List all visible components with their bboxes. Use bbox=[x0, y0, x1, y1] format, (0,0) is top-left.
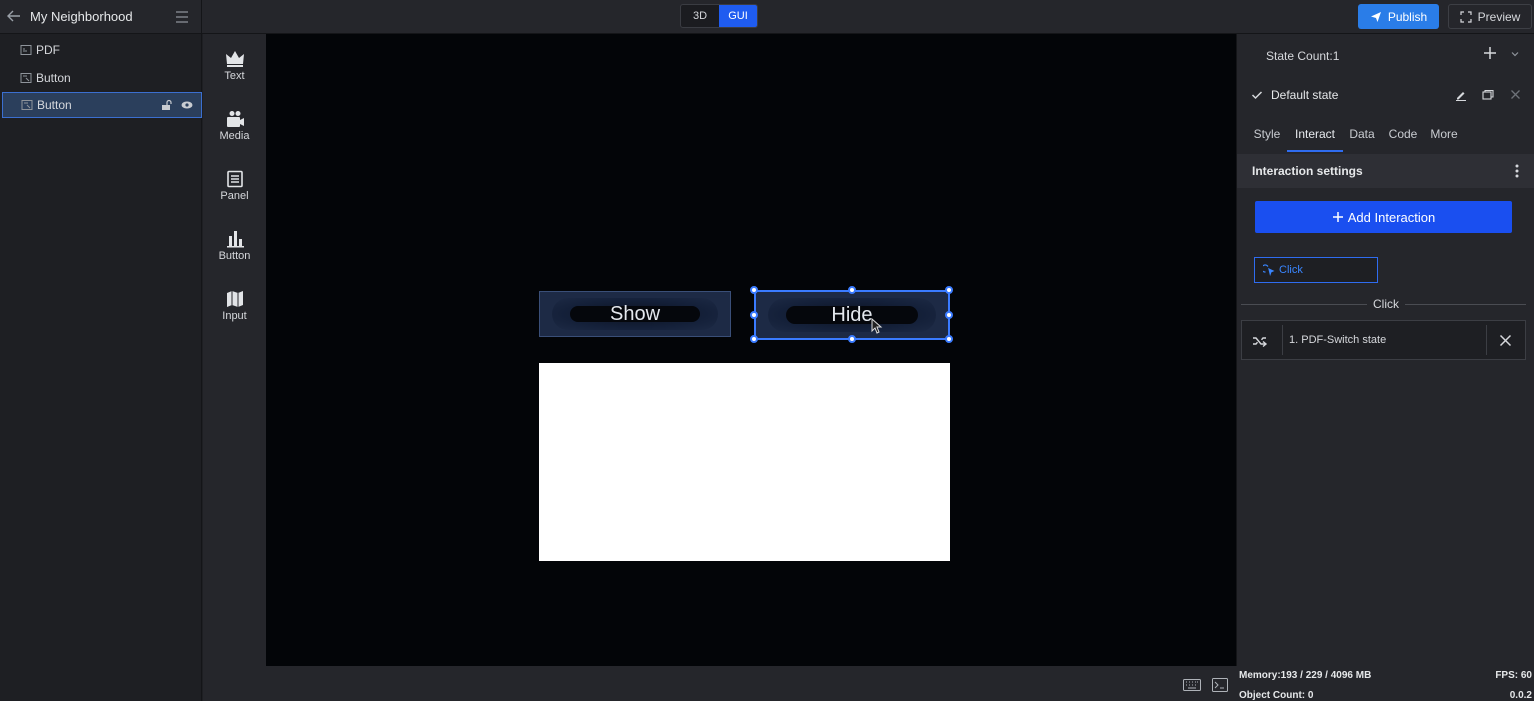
layer-label: Button bbox=[36, 71, 71, 85]
trigger-group-label: Click bbox=[1373, 297, 1399, 311]
unlock-icon[interactable] bbox=[161, 99, 173, 111]
layer-label: PDF bbox=[36, 43, 60, 57]
resize-handle-s[interactable] bbox=[848, 335, 856, 343]
tab-more[interactable]: More bbox=[1430, 120, 1458, 152]
pdf-element[interactable] bbox=[539, 363, 950, 561]
layer-panel: PDF Button Button bbox=[0, 34, 202, 701]
divider bbox=[1486, 325, 1487, 355]
project-title: My Neighborhood bbox=[30, 9, 133, 24]
object-count-readout: Object Count: 0 bbox=[1239, 690, 1314, 701]
layer-item-button-1[interactable]: Button bbox=[2, 65, 202, 91]
preview-button[interactable]: Preview bbox=[1448, 4, 1532, 29]
component-label: Input bbox=[222, 310, 247, 322]
scene-canvas[interactable]: Show Hide bbox=[266, 34, 1236, 666]
add-state-plus-icon[interactable] bbox=[1483, 46, 1497, 60]
state-name: Default state bbox=[1271, 88, 1339, 102]
plus-icon bbox=[1332, 212, 1343, 222]
divider bbox=[201, 0, 202, 34]
component-media[interactable]: Media bbox=[203, 110, 266, 142]
menu-icon[interactable] bbox=[174, 9, 190, 25]
camera-icon bbox=[226, 111, 244, 127]
divider bbox=[1241, 304, 1367, 305]
component-label: Text bbox=[224, 70, 245, 82]
copy-icon[interactable] bbox=[1482, 89, 1494, 101]
tab-code[interactable]: Code bbox=[1388, 120, 1418, 152]
resize-handle-w[interactable] bbox=[750, 311, 758, 319]
show-button-label: Show bbox=[609, 302, 661, 325]
tab-data[interactable]: Data bbox=[1348, 120, 1376, 152]
send-icon bbox=[1370, 11, 1381, 22]
publish-label: Publish bbox=[1387, 9, 1428, 24]
status-bar: Memory:193 / 229 / 4096 MB Object Count:… bbox=[266, 666, 1534, 701]
divider bbox=[1282, 325, 1283, 355]
keyboard-icon[interactable] bbox=[1183, 679, 1201, 691]
add-interaction-label: Add Interaction bbox=[1347, 209, 1436, 225]
trigger-select[interactable]: Click bbox=[1254, 257, 1378, 283]
trigger-value: Click bbox=[1279, 264, 1303, 276]
close-icon[interactable] bbox=[1510, 89, 1521, 100]
pdf-layer-icon bbox=[20, 45, 32, 55]
mode-gui-button[interactable]: GUI bbox=[719, 5, 757, 27]
terminal-icon[interactable] bbox=[1212, 678, 1228, 692]
component-label: Media bbox=[219, 130, 250, 142]
more-options-icon[interactable] bbox=[1513, 163, 1521, 179]
component-label: Panel bbox=[220, 190, 249, 202]
section-title: Interaction settings bbox=[1252, 164, 1363, 178]
property-tabs: Style Interact Data Code More bbox=[1237, 120, 1534, 152]
preview-label: Preview bbox=[1477, 9, 1521, 24]
component-label: Button bbox=[218, 250, 251, 262]
divider bbox=[1405, 304, 1526, 305]
click-pointer-icon bbox=[1263, 264, 1275, 276]
mouse-cursor-icon bbox=[871, 318, 883, 334]
back-arrow-icon[interactable] bbox=[6, 8, 22, 24]
add-interaction-button[interactable]: Add Interaction bbox=[1255, 201, 1512, 233]
resize-handle-sw[interactable] bbox=[750, 335, 758, 343]
crown-icon bbox=[225, 51, 244, 67]
show-button[interactable]: Show bbox=[539, 291, 731, 337]
resize-handle-nw[interactable] bbox=[750, 286, 758, 294]
interaction-action-row[interactable]: 1. PDF-Switch state bbox=[1241, 320, 1526, 360]
publish-button[interactable]: Publish bbox=[1358, 4, 1439, 29]
remove-action-close-icon[interactable] bbox=[1499, 334, 1512, 347]
mode-3d-button[interactable]: 3D bbox=[681, 5, 719, 27]
component-button[interactable]: Button bbox=[203, 230, 266, 262]
state-count-label: State Count:1 bbox=[1266, 49, 1340, 63]
layer-item-button-2[interactable]: Button bbox=[2, 92, 202, 118]
layer-label: Button bbox=[37, 98, 72, 112]
resize-handle-ne[interactable] bbox=[945, 286, 953, 294]
chevron-down-icon[interactable] bbox=[1510, 49, 1520, 59]
interaction-settings-header: Interaction settings bbox=[1237, 154, 1534, 188]
hide-button[interactable]: Hide bbox=[754, 290, 950, 340]
component-input[interactable]: Input bbox=[203, 290, 266, 322]
switch-state-icon bbox=[1253, 337, 1268, 348]
layer-item-pdf[interactable]: PDF bbox=[2, 37, 202, 63]
panel-icon bbox=[226, 170, 243, 188]
button-layer-icon bbox=[21, 100, 33, 110]
resize-handle-se[interactable] bbox=[945, 335, 953, 343]
version-readout: 0.0.2 bbox=[1509, 690, 1532, 701]
resize-handle-n[interactable] bbox=[848, 286, 856, 294]
top-bar: My Neighborhood 3D GUI Publish Preview bbox=[0, 0, 1534, 34]
tab-style[interactable]: Style bbox=[1252, 120, 1282, 152]
edit-pencil-icon[interactable] bbox=[1455, 89, 1467, 101]
resize-handle-e[interactable] bbox=[945, 311, 953, 319]
state-row-default[interactable]: Default state bbox=[1237, 80, 1534, 110]
fullscreen-icon bbox=[1460, 10, 1472, 23]
map-icon bbox=[226, 291, 243, 307]
fps-readout: FPS: 60 bbox=[1495, 670, 1532, 681]
mode-toggle: 3D GUI bbox=[680, 4, 758, 28]
component-panel[interactable]: Panel bbox=[203, 170, 266, 202]
button-layer-icon bbox=[20, 73, 32, 83]
eye-icon[interactable] bbox=[181, 99, 193, 111]
action-label: 1. PDF-Switch state bbox=[1289, 334, 1387, 346]
component-text[interactable]: Text bbox=[203, 50, 266, 82]
bar-chart-icon bbox=[226, 231, 244, 248]
tab-interact[interactable]: Interact bbox=[1287, 120, 1343, 152]
component-toolbar: Text Media Panel Button Input bbox=[203, 34, 266, 701]
layer-actions bbox=[161, 99, 193, 111]
properties-panel: State Count:1 Default state Style Intera… bbox=[1237, 34, 1534, 666]
check-icon bbox=[1251, 91, 1263, 100]
hide-button-label: Hide bbox=[831, 303, 873, 326]
memory-readout: Memory:193 / 229 / 4096 MB bbox=[1239, 670, 1372, 681]
